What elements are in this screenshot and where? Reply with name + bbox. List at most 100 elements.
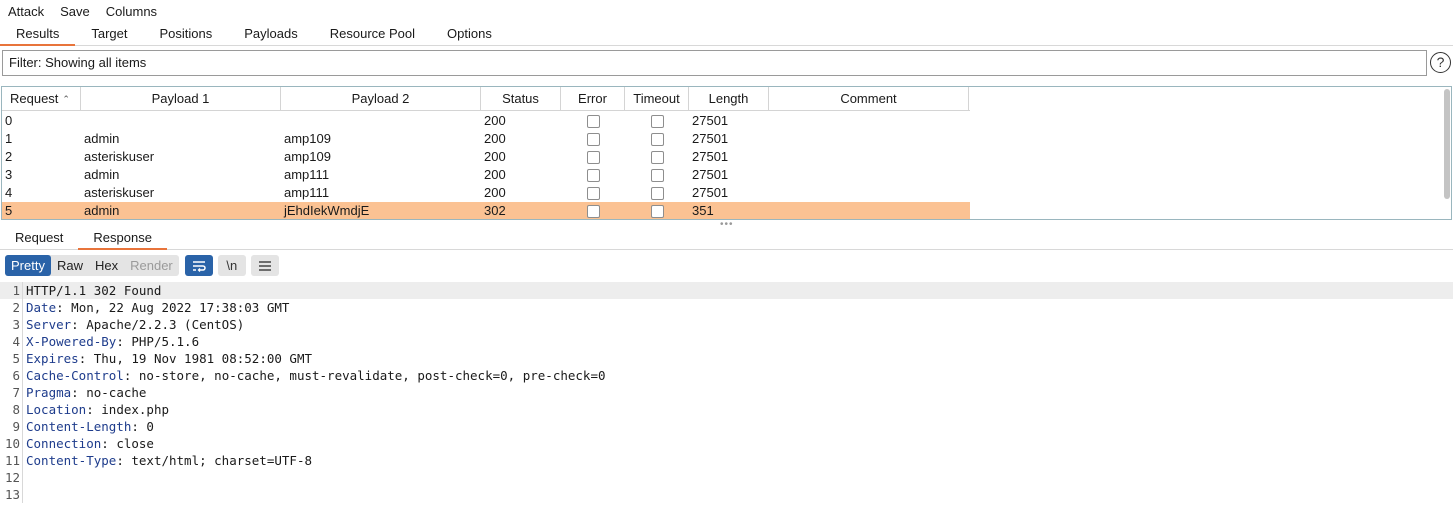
menu-bar: Attack Save Columns bbox=[0, 0, 1453, 22]
cell-request: 3 bbox=[5, 167, 13, 182]
table-row[interactable]: 0 200 27501 bbox=[2, 112, 970, 130]
column-header-error[interactable]: Error bbox=[561, 87, 625, 111]
cell-error bbox=[561, 202, 625, 219]
filter-bar[interactable]: Filter: Showing all items bbox=[2, 50, 1427, 76]
results-table: Request ⌃ Payload 1 Payload 2 Status Erro… bbox=[1, 86, 1452, 220]
cell-error bbox=[561, 112, 625, 130]
tab-resource-pool[interactable]: Resource Pool bbox=[314, 23, 431, 46]
timeout-checkbox bbox=[650, 186, 664, 200]
cell-timeout bbox=[625, 130, 689, 148]
line-number: 1 bbox=[12, 283, 20, 298]
error-checkbox bbox=[586, 168, 600, 182]
cell-length: 351 bbox=[692, 203, 714, 218]
line-number: 8 bbox=[12, 402, 20, 417]
menu-save[interactable]: Save bbox=[60, 4, 90, 19]
code-line: 11 Content-Type: text/html; charset=UTF-8 bbox=[0, 452, 1453, 469]
code-line: 8 Location: index.php bbox=[0, 401, 1453, 418]
header-value: 0 bbox=[146, 419, 154, 434]
table-scrollbar[interactable] bbox=[1444, 89, 1450, 199]
column-header-status[interactable]: Status bbox=[481, 87, 561, 111]
raw-button[interactable]: Raw bbox=[51, 255, 89, 276]
cell-error bbox=[561, 184, 625, 202]
cell-status: 200 bbox=[484, 113, 506, 128]
column-header-length[interactable]: Length bbox=[689, 87, 769, 111]
table-row-selected[interactable]: 5 admin jEhdIekWmdjE 302 351 bbox=[2, 202, 970, 219]
tab-options[interactable]: Options bbox=[431, 23, 508, 46]
header-name: Pragma bbox=[26, 385, 72, 400]
table-row[interactable]: 2 asteriskuser amp109 200 27501 bbox=[2, 148, 970, 166]
timeout-checkbox bbox=[650, 150, 664, 164]
editor-toolbar: Pretty Raw Hex Render \n bbox=[5, 255, 279, 276]
column-header-timeout[interactable]: Timeout bbox=[625, 87, 689, 111]
newline-toggle-button[interactable]: \n bbox=[217, 255, 246, 276]
header-value: Thu, 19 Nov 1981 08:52:00 GMT bbox=[93, 351, 312, 366]
header-name: Cache-Control bbox=[26, 368, 124, 383]
line-number: 11 bbox=[4, 453, 20, 468]
table-row[interactable]: 4 asteriskuser amp111 200 27501 bbox=[2, 184, 970, 202]
cell-request: 2 bbox=[5, 149, 13, 164]
header-value: no-store, no-cache, must-revalidate, pos… bbox=[138, 368, 606, 383]
cell-payload-2: amp111 bbox=[284, 185, 330, 200]
cell-payload-2: jEhdIekWmdjE bbox=[284, 203, 370, 218]
word-wrap-icon[interactable] bbox=[184, 255, 213, 276]
hamburger-menu-icon[interactable] bbox=[250, 255, 279, 276]
cell-comment bbox=[769, 148, 969, 166]
header-name: Content-Length bbox=[26, 419, 132, 434]
cell-length: 27501 bbox=[692, 131, 729, 146]
header-name: Connection bbox=[26, 436, 102, 451]
header-name: X-Powered-By bbox=[26, 334, 117, 349]
cell-timeout bbox=[625, 112, 689, 130]
column-header-request[interactable]: Request ⌃ bbox=[2, 87, 81, 111]
response-editor[interactable]: 1 HTTP/1.1 302 Found 2 Date: Mon, 22 Aug 2… bbox=[0, 282, 1453, 503]
pretty-button[interactable]: Pretty bbox=[5, 255, 51, 276]
header-name: Location bbox=[26, 402, 87, 417]
cell-payload-2: amp109 bbox=[284, 131, 331, 146]
header-value: PHP/5.1.6 bbox=[131, 334, 200, 349]
cell-timeout bbox=[625, 148, 689, 166]
question-circle-icon[interactable]: ? bbox=[1430, 52, 1451, 73]
cell-error bbox=[561, 148, 625, 166]
cell-payload-1: asteriskuser bbox=[84, 185, 155, 200]
cell-status: 200 bbox=[484, 167, 506, 182]
main-tabs: Results Target Positions Payloads Resour… bbox=[0, 23, 1453, 46]
table-row[interactable]: 1 admin amp109 200 27501 bbox=[2, 130, 970, 148]
timeout-checkbox bbox=[650, 204, 664, 218]
tab-response[interactable]: Response bbox=[78, 227, 167, 250]
header-value: Apache/2.2.3 (CentOS) bbox=[86, 317, 245, 332]
cell-request: 4 bbox=[5, 185, 13, 200]
cell-timeout bbox=[625, 184, 689, 202]
code-line: 7 Pragma: no-cache bbox=[0, 384, 1453, 401]
column-header-comment[interactable]: Comment bbox=[769, 87, 969, 111]
header-value: close bbox=[116, 436, 154, 451]
cell-timeout bbox=[625, 166, 689, 184]
word-wrap-glyph bbox=[192, 260, 206, 272]
cell-request: 1 bbox=[5, 131, 13, 146]
line-number: 5 bbox=[12, 351, 20, 366]
table-row[interactable]: 3 admin amp111 200 27501 bbox=[2, 166, 970, 184]
header-name: Date bbox=[26, 300, 57, 315]
column-header-payload-1[interactable]: Payload 1 bbox=[81, 87, 281, 111]
cell-payload-1: asteriskuser bbox=[84, 149, 155, 164]
cell-error bbox=[561, 130, 625, 148]
menu-attack[interactable]: Attack bbox=[8, 4, 44, 19]
menu-columns[interactable]: Columns bbox=[106, 4, 157, 19]
cell-error bbox=[561, 166, 625, 184]
tab-results[interactable]: Results bbox=[0, 23, 76, 46]
column-header-payload-2[interactable]: Payload 2 bbox=[281, 87, 481, 111]
tab-payloads[interactable]: Payloads bbox=[228, 23, 313, 46]
tab-request[interactable]: Request bbox=[0, 227, 78, 250]
table-body: 0 200 27501 1 admin amp109 200 27501 2 a… bbox=[2, 112, 970, 219]
cell-payload-2 bbox=[281, 112, 481, 130]
tab-positions[interactable]: Positions bbox=[144, 23, 229, 46]
cell-status: 200 bbox=[484, 185, 506, 200]
header-name: Server bbox=[26, 317, 72, 332]
column-header-label: Request bbox=[10, 91, 59, 106]
hex-button[interactable]: Hex bbox=[89, 255, 124, 276]
sort-ascending-icon: ⌃ bbox=[62, 94, 70, 104]
cell-length: 27501 bbox=[692, 167, 729, 182]
render-button[interactable]: Render bbox=[124, 255, 179, 276]
tab-target[interactable]: Target bbox=[75, 23, 143, 46]
cell-comment bbox=[769, 130, 969, 148]
cell-payload-1: admin bbox=[84, 167, 120, 182]
view-mode-group: Pretty Raw Hex Render bbox=[5, 255, 179, 276]
